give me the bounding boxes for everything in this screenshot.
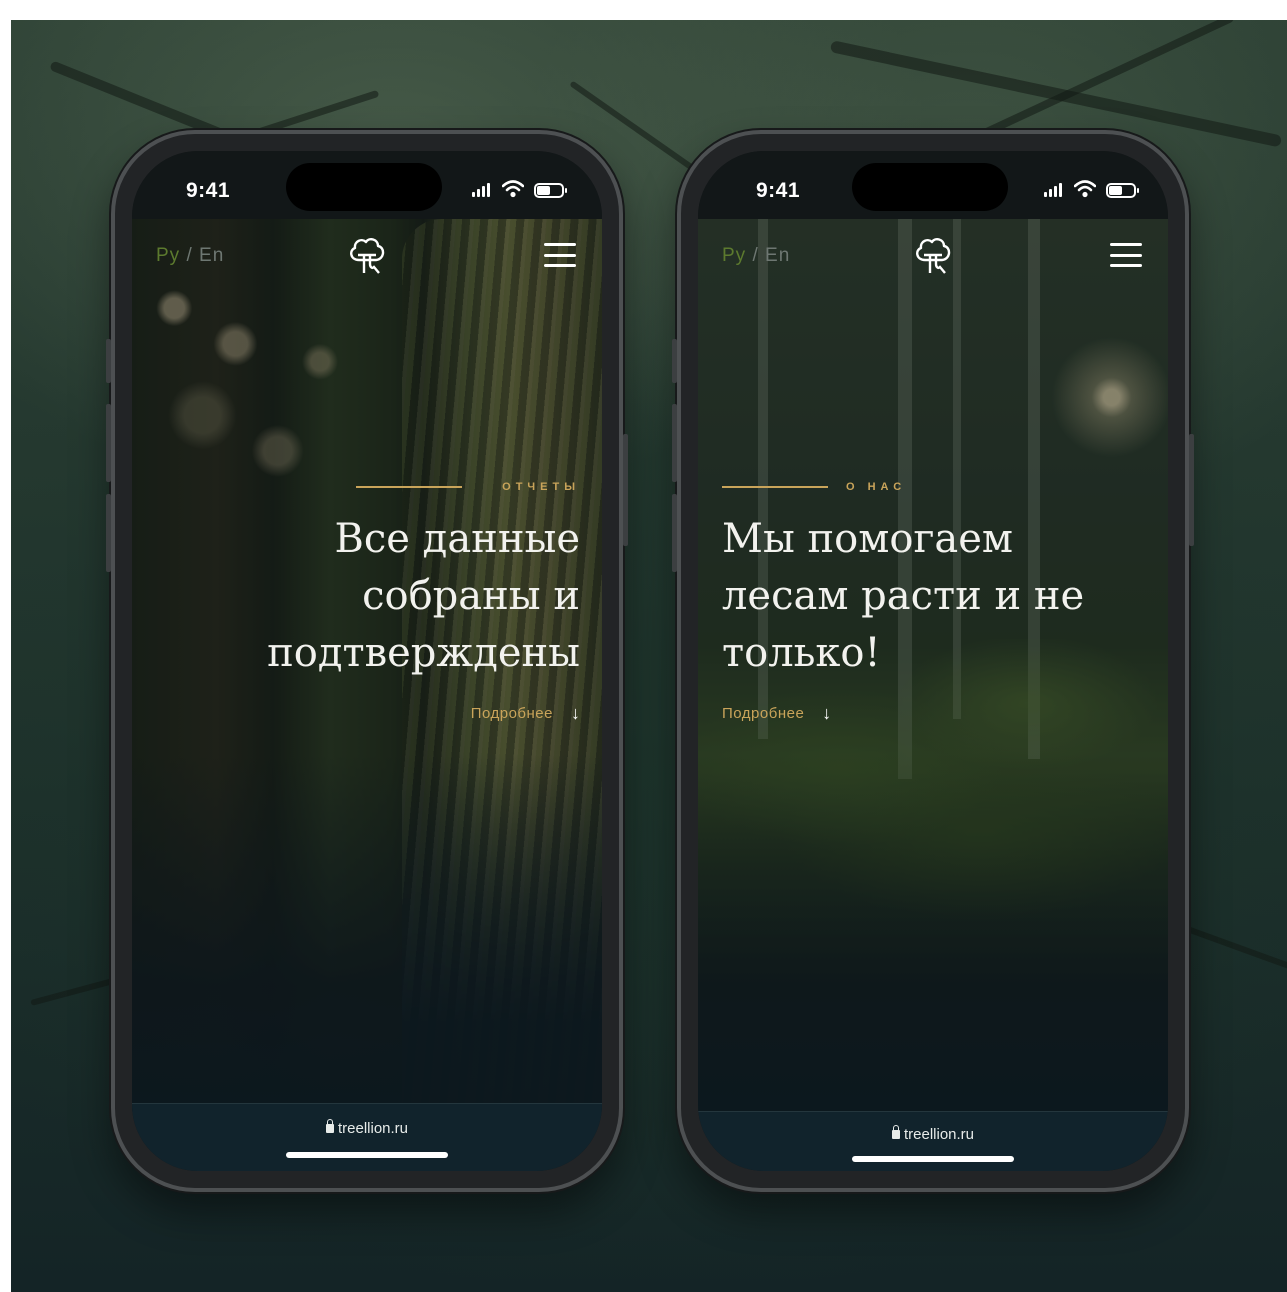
language-switcher: Ру / En xyxy=(722,245,790,267)
hero-content: О НАС Мы помогаем лесам расти и не тольк… xyxy=(722,481,1084,722)
phone-mockup-about: 9:41 Ру / En О НАС Мы помогаем лесам рас… xyxy=(672,130,1194,1192)
phone-screen: 9:41 Ру / En xyxy=(132,151,602,1171)
lang-separator: / xyxy=(746,245,766,266)
phone-screen: 9:41 Ру / En xyxy=(698,151,1168,1171)
hamburger-menu-icon[interactable] xyxy=(1110,243,1142,267)
lang-option-ru[interactable]: Ру xyxy=(722,245,746,266)
tree-logo-icon[interactable] xyxy=(911,233,955,277)
more-link[interactable]: Подробнее ↓ xyxy=(267,704,580,722)
hero-headline: Мы помогаем лесам расти и не только! xyxy=(722,516,1085,676)
cellular-signal-icon xyxy=(472,183,490,197)
more-link[interactable]: Подробнее ↓ xyxy=(722,704,1084,722)
eyebrow-label: ОТЧЕТЫ xyxy=(502,481,580,493)
phone-mockup-reports: 9:41 Ру / En ОТЧЕТЫ Все данные собраны и… xyxy=(106,130,628,1192)
browser-url-bar[interactable]: treellion.ru xyxy=(132,1103,602,1171)
tree-logo-icon[interactable] xyxy=(345,233,389,277)
home-indicator[interactable] xyxy=(286,1152,448,1158)
hero-headline: Все данные собраны и подтверждены xyxy=(267,516,580,676)
home-indicator[interactable] xyxy=(852,1156,1014,1162)
more-link-label: Подробнее xyxy=(470,704,553,722)
hamburger-menu-icon[interactable] xyxy=(544,243,576,267)
lock-icon xyxy=(325,1119,334,1133)
lang-option-en[interactable]: En xyxy=(765,245,790,266)
lang-option-en[interactable]: En xyxy=(199,245,224,266)
language-switcher: Ру / En xyxy=(156,245,224,267)
dynamic-island xyxy=(852,163,1008,211)
url-text: treellion.ru xyxy=(903,1126,975,1143)
wifi-icon xyxy=(502,180,524,198)
battery-icon xyxy=(1106,183,1139,198)
dynamic-island xyxy=(286,163,442,211)
wifi-icon xyxy=(1074,180,1096,198)
battery-icon xyxy=(534,183,567,198)
eyebrow-line xyxy=(356,486,463,488)
lang-separator: / xyxy=(180,245,200,266)
status-bar: 9:41 xyxy=(132,151,602,219)
status-time: 9:41 xyxy=(756,179,801,202)
status-time: 9:41 xyxy=(186,179,231,202)
site-header: Ру / En xyxy=(132,219,602,289)
browser-url-bar[interactable]: treellion.ru xyxy=(698,1111,1168,1171)
lock-icon xyxy=(891,1125,900,1139)
cellular-signal-icon xyxy=(1044,183,1062,197)
status-bar: 9:41 xyxy=(698,151,1168,219)
hero-content: ОТЧЕТЫ Все данные собраны и подтверждены… xyxy=(267,481,580,722)
eyebrow-line xyxy=(722,486,828,488)
arrow-down-icon: ↓ xyxy=(571,703,580,723)
lang-option-ru[interactable]: Ру xyxy=(156,245,180,266)
url-text: treellion.ru xyxy=(337,1120,409,1137)
site-header: Ру / En xyxy=(698,219,1168,289)
arrow-down-icon: ↓ xyxy=(822,703,832,723)
eyebrow-label: О НАС xyxy=(846,481,907,493)
more-link-label: Подробнее xyxy=(722,704,805,722)
section-eyebrow: ОТЧЕТЫ xyxy=(267,481,580,493)
section-eyebrow: О НАС xyxy=(722,481,1084,493)
